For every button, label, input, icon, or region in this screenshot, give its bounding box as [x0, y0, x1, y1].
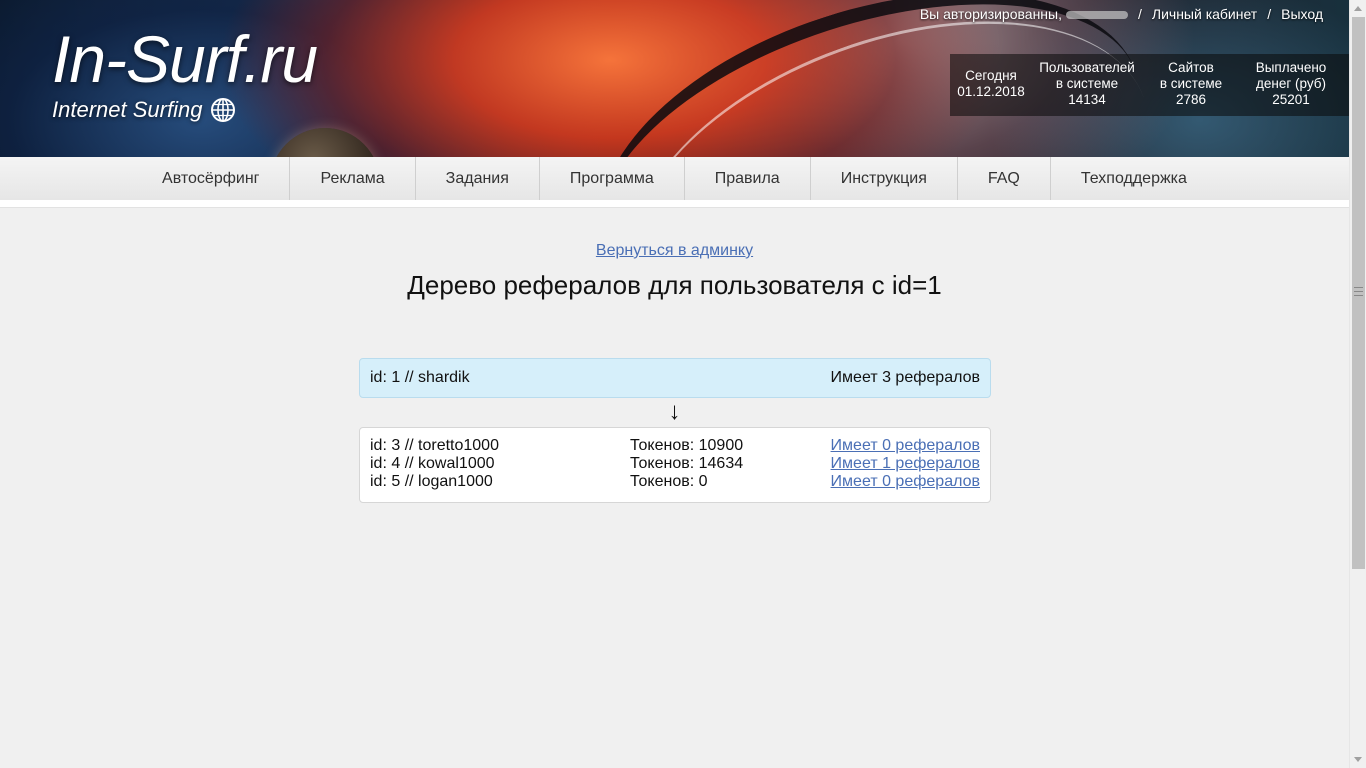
- referral-user: id: 5 // logan1000: [370, 473, 493, 490]
- scroll-up-arrow-icon[interactable]: [1354, 6, 1362, 11]
- nav-item-advertising[interactable]: Реклама: [290, 157, 416, 200]
- arrow-down-icon: ↓: [668, 398, 681, 425]
- referral-link[interactable]: Имеет 0 рефералов: [831, 473, 980, 490]
- list-item: id: 5 // logan1000 Токенов: 0 Имеет 0 ре…: [370, 473, 980, 491]
- nav-item-faq[interactable]: FAQ: [958, 157, 1051, 200]
- list-item: id: 4 // kowal1000 Токенов: 14634 Имеет …: [370, 455, 980, 473]
- page-title: Дерево рефералов для пользователя с id=1: [407, 270, 942, 300]
- referral-tokens: Токенов: 0: [630, 473, 708, 490]
- logo-subtitle-text: Internet Surfing: [52, 97, 203, 122]
- root-user-box: id: 1 // shardik Имеет 3 рефералов: [359, 358, 991, 398]
- referral-tokens: Токенов: 14634: [630, 455, 744, 472]
- masked-username: [1066, 11, 1128, 19]
- stat-paid: Выплачено денег (руб) 25201: [1255, 60, 1327, 107]
- globe-icon: [211, 98, 236, 122]
- vertical-scrollbar[interactable]: [1349, 0, 1366, 768]
- referral-user: id: 3 // toretto1000: [370, 437, 499, 454]
- logo-subtitle: Internet Surfing: [52, 97, 236, 123]
- site-header: In-Surf.ru Internet Surfing Вы авторизир…: [0, 0, 1349, 157]
- scroll-down-arrow-icon[interactable]: [1354, 757, 1362, 762]
- root-user-referrals: Имеет 3 рефералов: [830, 369, 980, 386]
- nav-item-rules[interactable]: Правила: [685, 157, 811, 200]
- nav-divider: [0, 200, 1349, 208]
- stat-sites: Сайтов в системе 2786: [1159, 60, 1223, 107]
- user-topbar: Вы авторизированны, / Личный кабинет / В…: [920, 6, 1323, 22]
- nav-item-support[interactable]: Техподдержка: [1051, 157, 1217, 200]
- referrals-list: id: 3 // toretto1000 Токенов: 10900 Имее…: [359, 427, 991, 503]
- list-item: id: 3 // toretto1000 Токенов: 10900 Имее…: [370, 437, 980, 455]
- nav-item-autosurfing[interactable]: Автосёрфинг: [132, 157, 291, 200]
- nav-item-program[interactable]: Программа: [540, 157, 685, 200]
- referral-link[interactable]: Имеет 1 рефералов: [831, 455, 980, 472]
- referral-link[interactable]: Имеет 0 рефералов: [831, 437, 980, 454]
- logout-link[interactable]: Выход: [1281, 6, 1323, 22]
- back-link-container: Вернуться в админку: [0, 242, 1349, 260]
- planet-decoration: [270, 128, 380, 157]
- referral-tokens: Токенов: 10900: [630, 437, 744, 454]
- cabinet-link[interactable]: Личный кабинет: [1152, 6, 1257, 22]
- scroll-grip-icon: [1354, 287, 1363, 296]
- referral-user: id: 4 // kowal1000: [370, 455, 495, 472]
- auth-status: Вы авторизированны,: [920, 6, 1128, 22]
- topbar-separator: /: [1267, 6, 1272, 22]
- main-nav: Автосёрфинг Реклама Задания Программа Пр…: [0, 157, 1349, 200]
- root-user-label: id: 1 // shardik: [370, 369, 470, 386]
- stat-today: Сегодня 01.12.2018: [957, 68, 1025, 99]
- logo-title[interactable]: In-Surf.ru: [52, 26, 318, 92]
- stat-users: Пользователей в системе 14134: [1039, 60, 1135, 107]
- site-stats: Сегодня 01.12.2018 Пользователей в систе…: [950, 54, 1349, 116]
- nav-item-instructions[interactable]: Инструкция: [811, 157, 958, 200]
- topbar-separator: /: [1138, 6, 1142, 22]
- nav-item-tasks[interactable]: Задания: [416, 157, 540, 200]
- back-to-admin-link[interactable]: Вернуться в админку: [596, 242, 753, 259]
